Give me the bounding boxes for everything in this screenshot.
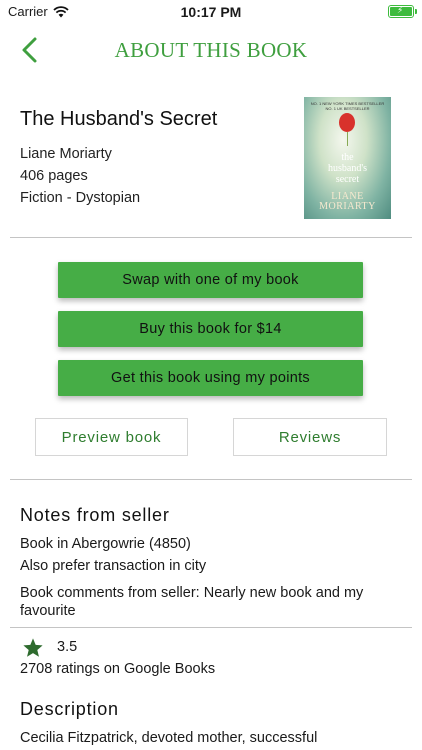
notes-heading: Notes from seller xyxy=(20,505,170,525)
divider xyxy=(10,627,412,628)
status-bar: Carrier 10:17 PM ⚡ xyxy=(0,0,422,24)
star-icon xyxy=(23,638,43,657)
book-author: Liane Moriarty xyxy=(20,146,112,162)
seller-comments: Book comments from seller: Nearly new bo… xyxy=(20,585,364,619)
buy-book-button[interactable]: Buy this book for $14 xyxy=(58,311,363,347)
cover-author: LIANE MORIARTY xyxy=(319,191,376,212)
preview-book-button[interactable]: Preview book xyxy=(35,418,188,456)
divider xyxy=(10,479,412,480)
status-time: 10:17 PM xyxy=(180,4,242,20)
cover-top-text: NO. 1 NEW YORK TIMES BESTSELLER NO. 1 UK… xyxy=(310,101,385,111)
divider xyxy=(10,237,412,238)
book-info: The Husband's Secret Liane Moriarty 406 … xyxy=(20,108,217,209)
seller-location: Book in Abergowrie (4850) xyxy=(20,536,191,552)
swap-book-button[interactable]: Swap with one of my book xyxy=(58,262,363,298)
page-title: ABOUT THIS BOOK xyxy=(114,38,308,62)
balloon-graphic xyxy=(339,113,355,132)
cover-title: the husband's secret xyxy=(327,152,368,185)
rating-value: 3.5 xyxy=(57,639,78,655)
book-cover-image: NO. 1 NEW YORK TIMES BESTSELLER NO. 1 UK… xyxy=(304,97,391,219)
book-pages: 406 pages xyxy=(20,168,88,184)
points-book-button[interactable]: Get this book using my points xyxy=(58,360,363,396)
book-genre: Fiction - Dystopian xyxy=(20,190,141,206)
rating-count: 2708 ratings on Google Books xyxy=(20,661,216,677)
book-title: The Husband's Secret xyxy=(20,108,218,130)
seller-preference: Also prefer transaction in city xyxy=(20,558,207,574)
nav-bar: ABOUT THIS BOOK xyxy=(0,30,422,70)
reviews-button[interactable]: Reviews xyxy=(233,418,387,456)
battery-icon: ⚡ xyxy=(388,5,417,18)
description-text: Cecilia Fitzpatrick, devoted mother, suc… xyxy=(20,730,318,746)
description-heading: Description xyxy=(20,699,119,719)
